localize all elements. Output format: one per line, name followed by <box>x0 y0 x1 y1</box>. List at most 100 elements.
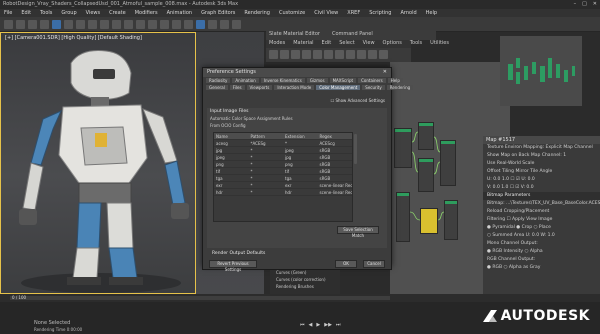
viewport-label[interactable]: [+] [Camera001.SDR] [High Quality] [Defa… <box>5 35 142 41</box>
parameter-editor-icon[interactable] <box>368 50 377 59</box>
menu-edit[interactable]: Edit <box>21 10 31 16</box>
table-row[interactable]: tga * tga sRGB <box>214 175 352 182</box>
table-row[interactable]: jpg * jpeg sRGB <box>214 147 352 154</box>
move-icon[interactable] <box>76 19 85 29</box>
menu-rendering[interactable]: Rendering <box>244 10 270 16</box>
select-by-material-icon[interactable] <box>379 50 388 59</box>
table-scrollbar[interactable] <box>354 134 357 164</box>
dialog-title-bar[interactable]: Preference Settings ✕ <box>203 68 391 77</box>
menu-graph-editors[interactable]: Graph Editors <box>201 10 235 16</box>
slate-menu-options[interactable]: Options <box>383 40 402 48</box>
bitmap-parameters-section[interactable]: Bitmap Parameters <box>483 192 600 200</box>
tab-interaction-mode[interactable]: Interaction Mode <box>274 85 315 90</box>
slate-menu-view[interactable]: View <box>363 40 375 48</box>
menu-animation[interactable]: Animation <box>167 10 193 16</box>
play-icon[interactable]: ▶ <box>316 322 320 328</box>
tab-command-panel[interactable]: Command Panel <box>332 31 373 39</box>
tab-animation[interactable]: Animation <box>232 78 259 83</box>
section-render-output[interactable]: Render Output Defaults <box>209 250 268 257</box>
param-row[interactable]: Filtering ☐ Apply View Image <box>483 216 600 224</box>
goto-end-icon[interactable]: ⏭ <box>336 322 341 328</box>
tab-containers[interactable]: Containers <box>358 78 386 83</box>
menu-xref[interactable]: XREF <box>347 10 360 16</box>
tab-help[interactable]: Help <box>387 78 403 83</box>
link-icon[interactable] <box>28 19 37 29</box>
menu-civil-view[interactable]: Civil View <box>314 10 338 16</box>
layout-icon[interactable] <box>335 50 344 59</box>
map-name-field[interactable]: Map #1517 <box>483 136 600 144</box>
table-row[interactable]: png * png sRGB <box>214 161 352 168</box>
snap-icon[interactable] <box>112 19 121 29</box>
slate-menu-edit[interactable]: Edit <box>322 40 332 48</box>
redo-icon[interactable] <box>16 19 25 29</box>
minimize-button[interactable]: – <box>574 1 577 7</box>
slate-menu-material[interactable]: Material <box>293 40 313 48</box>
slate-menu-tools[interactable]: Tools <box>410 40 422 48</box>
dialog-close-button[interactable]: ✕ <box>383 69 387 76</box>
layout-children-icon[interactable] <box>346 50 355 59</box>
goto-start-icon[interactable]: ⏮ <box>300 322 305 328</box>
param-row[interactable]: ● RGB ○ Alpha as Gray <box>483 264 600 272</box>
param-row[interactable]: U: 0.0 1.0 ☐ ☑ U: 0.0 <box>483 176 600 184</box>
menu-create[interactable]: Create <box>109 10 126 16</box>
curve-editor-icon[interactable] <box>172 19 181 29</box>
param-row[interactable]: ○ Summed Area U: 0.0 W: 1.0 <box>483 232 600 240</box>
show-advanced-checkbox[interactable]: ☐ Show Advanced Settings <box>331 98 385 103</box>
tab-maxscript[interactable]: MAXScript <box>329 78 357 83</box>
select-icon[interactable] <box>52 19 61 29</box>
revert-previous-button[interactable]: Revert Previous Settings <box>209 259 257 272</box>
tab-rendering[interactable]: Rendering <box>386 85 414 90</box>
material-editor-icon[interactable] <box>196 19 205 29</box>
maximize-button[interactable]: □ <box>582 1 587 7</box>
list-item[interactable]: Curves (color correction) <box>270 277 340 284</box>
rotate-icon[interactable] <box>88 19 97 29</box>
table-row[interactable]: tif * tif sRGB <box>214 168 352 175</box>
menu-customize[interactable]: Customize <box>279 10 305 16</box>
material-map-navigator[interactable] <box>500 36 582 106</box>
menu-scripting[interactable]: Scripting <box>369 10 391 16</box>
param-row[interactable]: Reload Cropping/Placement <box>483 208 600 216</box>
param-row[interactable]: Show Map on Back Map Channel: 1 <box>483 152 600 160</box>
param-row[interactable]: ● RGB Intensity ○ Alpha <box>483 248 600 256</box>
ok-button[interactable]: OK <box>335 259 357 268</box>
assign-material-icon[interactable] <box>280 50 289 59</box>
list-item[interactable]: Rendering Brushes <box>270 284 340 291</box>
show-map-icon[interactable] <box>324 50 333 59</box>
cancel-button[interactable]: Cancel <box>363 259 385 268</box>
unlink-icon[interactable] <box>40 19 49 29</box>
list-item[interactable]: Curves (Green) <box>270 270 340 277</box>
section-input-image-files[interactable]: Input Image Files <box>207 108 387 115</box>
delete-icon[interactable] <box>291 50 300 59</box>
table-row[interactable]: exr * exr scene-linear Rec.709-sRGB <box>214 182 352 189</box>
slate-menu-utilities[interactable]: Utilities <box>430 40 449 48</box>
menu-views[interactable]: Views <box>86 10 100 16</box>
select-by-name-icon[interactable] <box>64 19 73 29</box>
tab-files[interactable]: Files <box>229 85 245 90</box>
param-row[interactable]: Texture Environ Mapping: Explicit Map Ch… <box>483 144 600 152</box>
close-button[interactable]: ✕ <box>593 1 597 7</box>
scale-icon[interactable] <box>100 19 109 29</box>
pick-material-icon[interactable] <box>269 50 278 59</box>
tab-general[interactable]: General <box>206 85 228 90</box>
prev-frame-icon[interactable]: ◀ <box>309 322 313 328</box>
material-map-navigator-icon[interactable] <box>357 50 366 59</box>
menu-tools[interactable]: Tools <box>40 10 52 16</box>
tab-slate-material-editor[interactable]: Slate Material Editor <box>269 31 320 39</box>
tab-security[interactable]: Security <box>362 85 385 90</box>
undo-icon[interactable] <box>4 19 13 29</box>
time-slider-track[interactable]: 0 / 100 <box>10 295 390 300</box>
hide-unused-icon[interactable] <box>313 50 322 59</box>
param-row[interactable]: Bitmap: ...\Textures\TEX_UV_Base_BaseCol… <box>483 200 600 208</box>
mirror-icon[interactable] <box>136 19 145 29</box>
move-children-icon[interactable] <box>302 50 311 59</box>
table-row[interactable]: acesg *ACESg * ACEScg <box>214 140 352 147</box>
menu-group[interactable]: Group <box>61 10 76 16</box>
slate-menu-select[interactable]: Select <box>339 40 354 48</box>
table-row[interactable]: hdr * hdr scene-linear Rec.709-sRGB <box>214 189 352 196</box>
slate-menu-modes[interactable]: Modes <box>269 40 285 48</box>
tab-radiosity[interactable]: Radiosity <box>206 78 231 83</box>
param-row[interactable]: ● Pyramidal ● Crop ○ Place <box>483 224 600 232</box>
menu-arnold[interactable]: Arnold <box>400 10 416 16</box>
param-row[interactable]: Use Real-World Scale <box>483 160 600 168</box>
color-space-rules-table[interactable]: Name Pattern Extension Regex acesg *ACESg… <box>213 132 353 222</box>
